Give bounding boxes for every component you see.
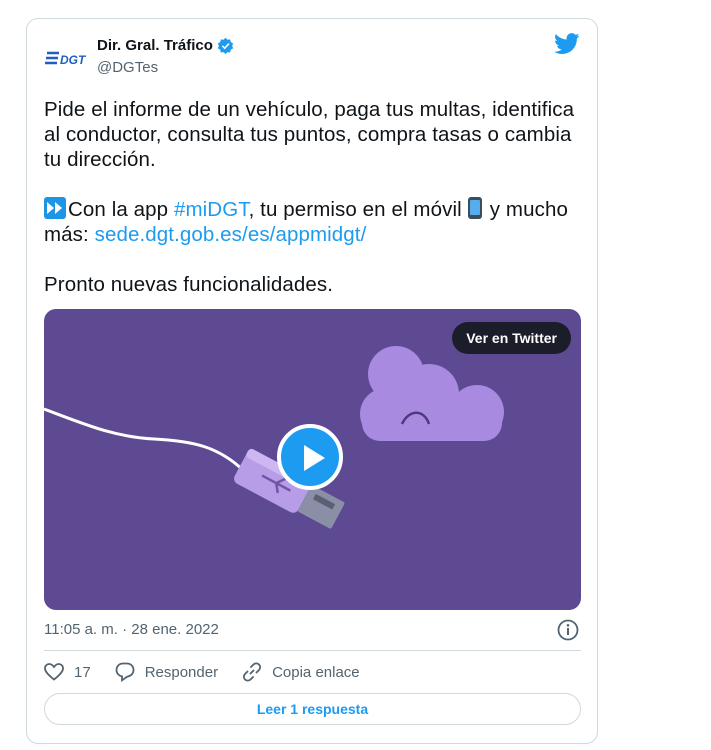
like-count: 17 <box>74 663 91 681</box>
read-replies-button[interactable]: Leer 1 respuesta <box>44 693 581 725</box>
reply-bubble-icon <box>115 662 135 682</box>
tweet-actions: 17 Responder Copia enlace <box>44 661 384 683</box>
link-icon <box>243 662 262 682</box>
svg-text:DGT: DGT <box>60 53 87 67</box>
video-media[interactable]: Ver en Twitter <box>44 309 581 610</box>
tweet-timestamp[interactable]: 11:05 a. m. · 28 ene. 2022 <box>44 621 219 638</box>
tweet-card: DGT Dir. Gral. Tráfico @DGTes Pide el in… <box>26 18 598 744</box>
tweet-paragraph-1: Pide el informe de un vehículo, paga tus… <box>44 98 575 171</box>
copy-link-button[interactable]: Copia enlace <box>242 662 360 682</box>
tweet-text-app: Con la app <box>68 198 174 221</box>
reply-label: Responder <box>144 663 219 681</box>
fast-forward-emoji-icon <box>44 197 66 219</box>
twitter-bird-icon[interactable] <box>554 33 580 55</box>
play-icon <box>304 445 325 471</box>
tweet-text: Pide el informe de un vehículo, paga tus… <box>44 97 584 297</box>
copy-link-label: Copia enlace <box>272 663 360 681</box>
tweet-paragraph-3: Pronto nuevas funcionalidades. <box>44 273 334 296</box>
mobile-phone-emoji-icon <box>467 197 482 219</box>
dgt-logo-avatar[interactable]: DGT <box>45 43 91 73</box>
hashtag-link[interactable]: #miDGT <box>174 198 249 221</box>
view-on-twitter-button[interactable]: Ver en Twitter <box>452 322 571 354</box>
author-name[interactable]: Dir. Gral. Tráfico <box>97 37 234 54</box>
info-icon[interactable] <box>557 619 579 641</box>
url-link[interactable]: sede.dgt.gob.es/es/appmidgt/ <box>95 223 367 246</box>
tweet-paragraph-2: Con la app #miDGT, tu permiso en el móvi… <box>44 197 584 247</box>
reply-button[interactable]: Responder <box>115 662 218 682</box>
author-handle[interactable]: @DGTes <box>97 59 158 76</box>
divider <box>44 650 581 651</box>
verified-badge-icon <box>217 37 234 54</box>
tweet-text-permiso: , tu permiso en el móvil <box>248 198 462 221</box>
heart-icon <box>44 663 64 681</box>
like-button[interactable]: 17 <box>44 663 91 681</box>
author-name-text: Dir. Gral. Tráfico <box>97 37 213 54</box>
play-button[interactable] <box>277 424 343 490</box>
